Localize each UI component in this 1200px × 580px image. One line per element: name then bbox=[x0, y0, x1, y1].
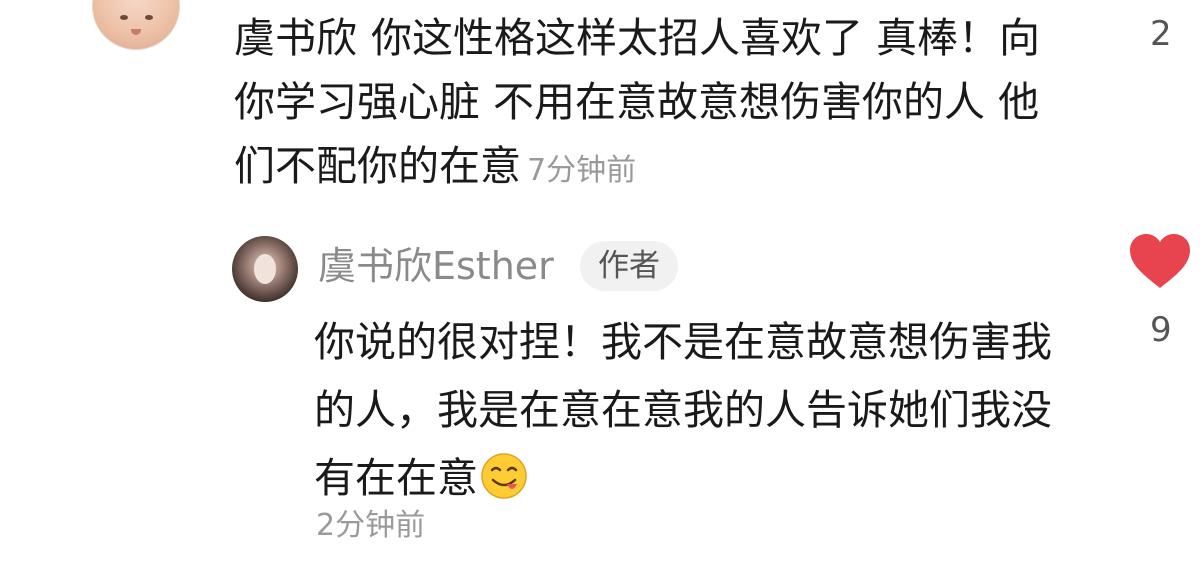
reply-text: 你说的很对捏！我不是在意故意想伤害我的人，我是在意在意我的人告诉她们我没有在在意 bbox=[314, 318, 1052, 502]
like-heart-icon[interactable] bbox=[1128, 232, 1192, 292]
reply-body[interactable]: 你说的很对捏！我不是在意故意想伤害我的人，我是在意在意我的人告诉她们我没有在在意 bbox=[314, 308, 1074, 512]
reply-like-count: 9 bbox=[1150, 310, 1172, 350]
reply-author-name[interactable]: 虞书欣Esther bbox=[318, 240, 554, 292]
author-badge: 作者 bbox=[580, 241, 678, 291]
comment-timestamp: 7分钟前 bbox=[527, 153, 637, 188]
smiling-face-tongue-icon bbox=[481, 453, 527, 499]
comment-like-count: 2 bbox=[1150, 14, 1172, 54]
reply-timestamp: 2分钟前 bbox=[316, 508, 426, 543]
reply-author-avatar[interactable] bbox=[232, 236, 298, 302]
comment-thread: 虞书欣 你这性格这样太招人喜欢了 真棒！向你学习强心脏 不用在意故意想伤害你的人 … bbox=[0, 0, 1200, 580]
commenter-username[interactable]: 虞书欣 bbox=[234, 14, 357, 62]
commenter-avatar[interactable] bbox=[92, 0, 180, 50]
comment-body[interactable]: 虞书欣 你这性格这样太招人喜欢了 真棒！向你学习强心脏 不用在意故意想伤害你的人 … bbox=[234, 6, 1054, 203]
